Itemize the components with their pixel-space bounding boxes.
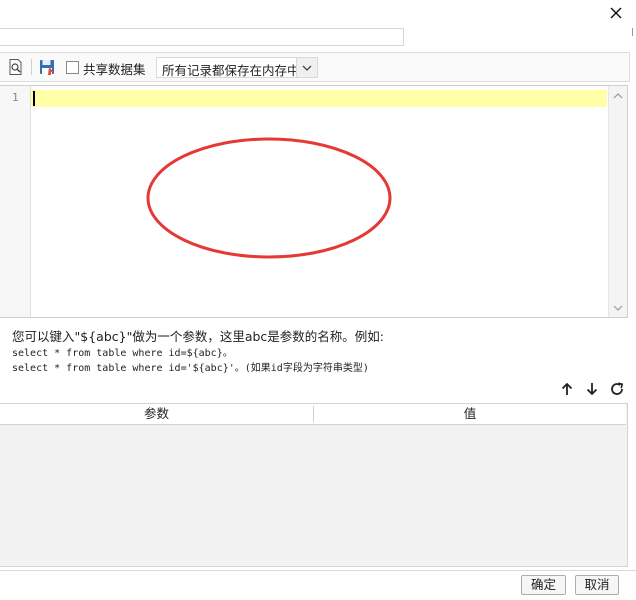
close-button[interactable]	[606, 3, 626, 23]
editor-vertical-scrollbar[interactable]	[608, 86, 627, 317]
parameter-help-text: 您可以键入"${abc}"做为一个参数，这里abc是参数的名称。例如: sele…	[12, 326, 612, 374]
save-button[interactable]	[38, 58, 56, 76]
share-dataset-checkbox[interactable]	[66, 61, 79, 74]
preview-button[interactable]	[7, 58, 25, 76]
text-caret	[33, 91, 35, 106]
column-header-value[interactable]: 值	[314, 404, 626, 424]
refresh-icon	[611, 382, 624, 395]
close-icon	[610, 7, 622, 19]
parameter-table: 参数 值	[0, 403, 628, 567]
chevron-down-icon	[302, 65, 312, 71]
preview-icon	[9, 59, 22, 75]
help-line-intro: 您可以键入"${abc}"做为一个参数，这里abc是参数的名称。例如:	[12, 329, 385, 344]
help-line-example-2: select * from table where id='${abc}'。(如…	[12, 363, 369, 374]
line-number-gutter: 1	[0, 86, 31, 317]
red-ellipse-annotation	[146, 137, 392, 259]
sql-dataset-dialog: 共享数据集 所有记录都保存在内存中 1 您可以键入"${abc}"做为一个参数，…	[0, 0, 636, 600]
column-header-parameter[interactable]: 参数	[0, 404, 313, 424]
window-edge-marker	[632, 28, 635, 36]
refresh-parameters-button[interactable]	[609, 381, 625, 397]
editor-toolbar: 共享数据集 所有记录都保存在内存中	[0, 52, 630, 82]
floppy-save-icon	[40, 60, 54, 75]
storage-mode-select[interactable]: 所有记录都保存在内存中	[156, 57, 318, 78]
scroll-up-icon[interactable]	[613, 92, 623, 100]
parameter-table-header: 参数 值	[0, 404, 626, 425]
help-line-example-1: select * from table where id=${abc}。	[12, 348, 233, 359]
arrow-down-icon	[586, 383, 598, 396]
toolbar-separator	[31, 59, 32, 75]
share-dataset-label: 共享数据集	[83, 62, 146, 77]
ok-button[interactable]: 确定	[521, 575, 566, 595]
cancel-button[interactable]: 取消	[575, 575, 619, 595]
arrow-up-icon	[561, 382, 573, 395]
storage-mode-dropdown-button[interactable]	[296, 58, 317, 77]
storage-mode-value: 所有记录都保存在内存中	[162, 63, 300, 78]
line-number: 1	[12, 91, 19, 104]
scroll-down-icon[interactable]	[613, 304, 623, 312]
current-line-highlight	[31, 90, 607, 107]
title-bar	[0, 0, 636, 28]
dialog-footer: 确定 取消	[0, 570, 636, 600]
move-down-button[interactable]	[584, 381, 600, 397]
move-up-button[interactable]	[559, 381, 575, 397]
dataset-name-input[interactable]	[0, 28, 404, 46]
